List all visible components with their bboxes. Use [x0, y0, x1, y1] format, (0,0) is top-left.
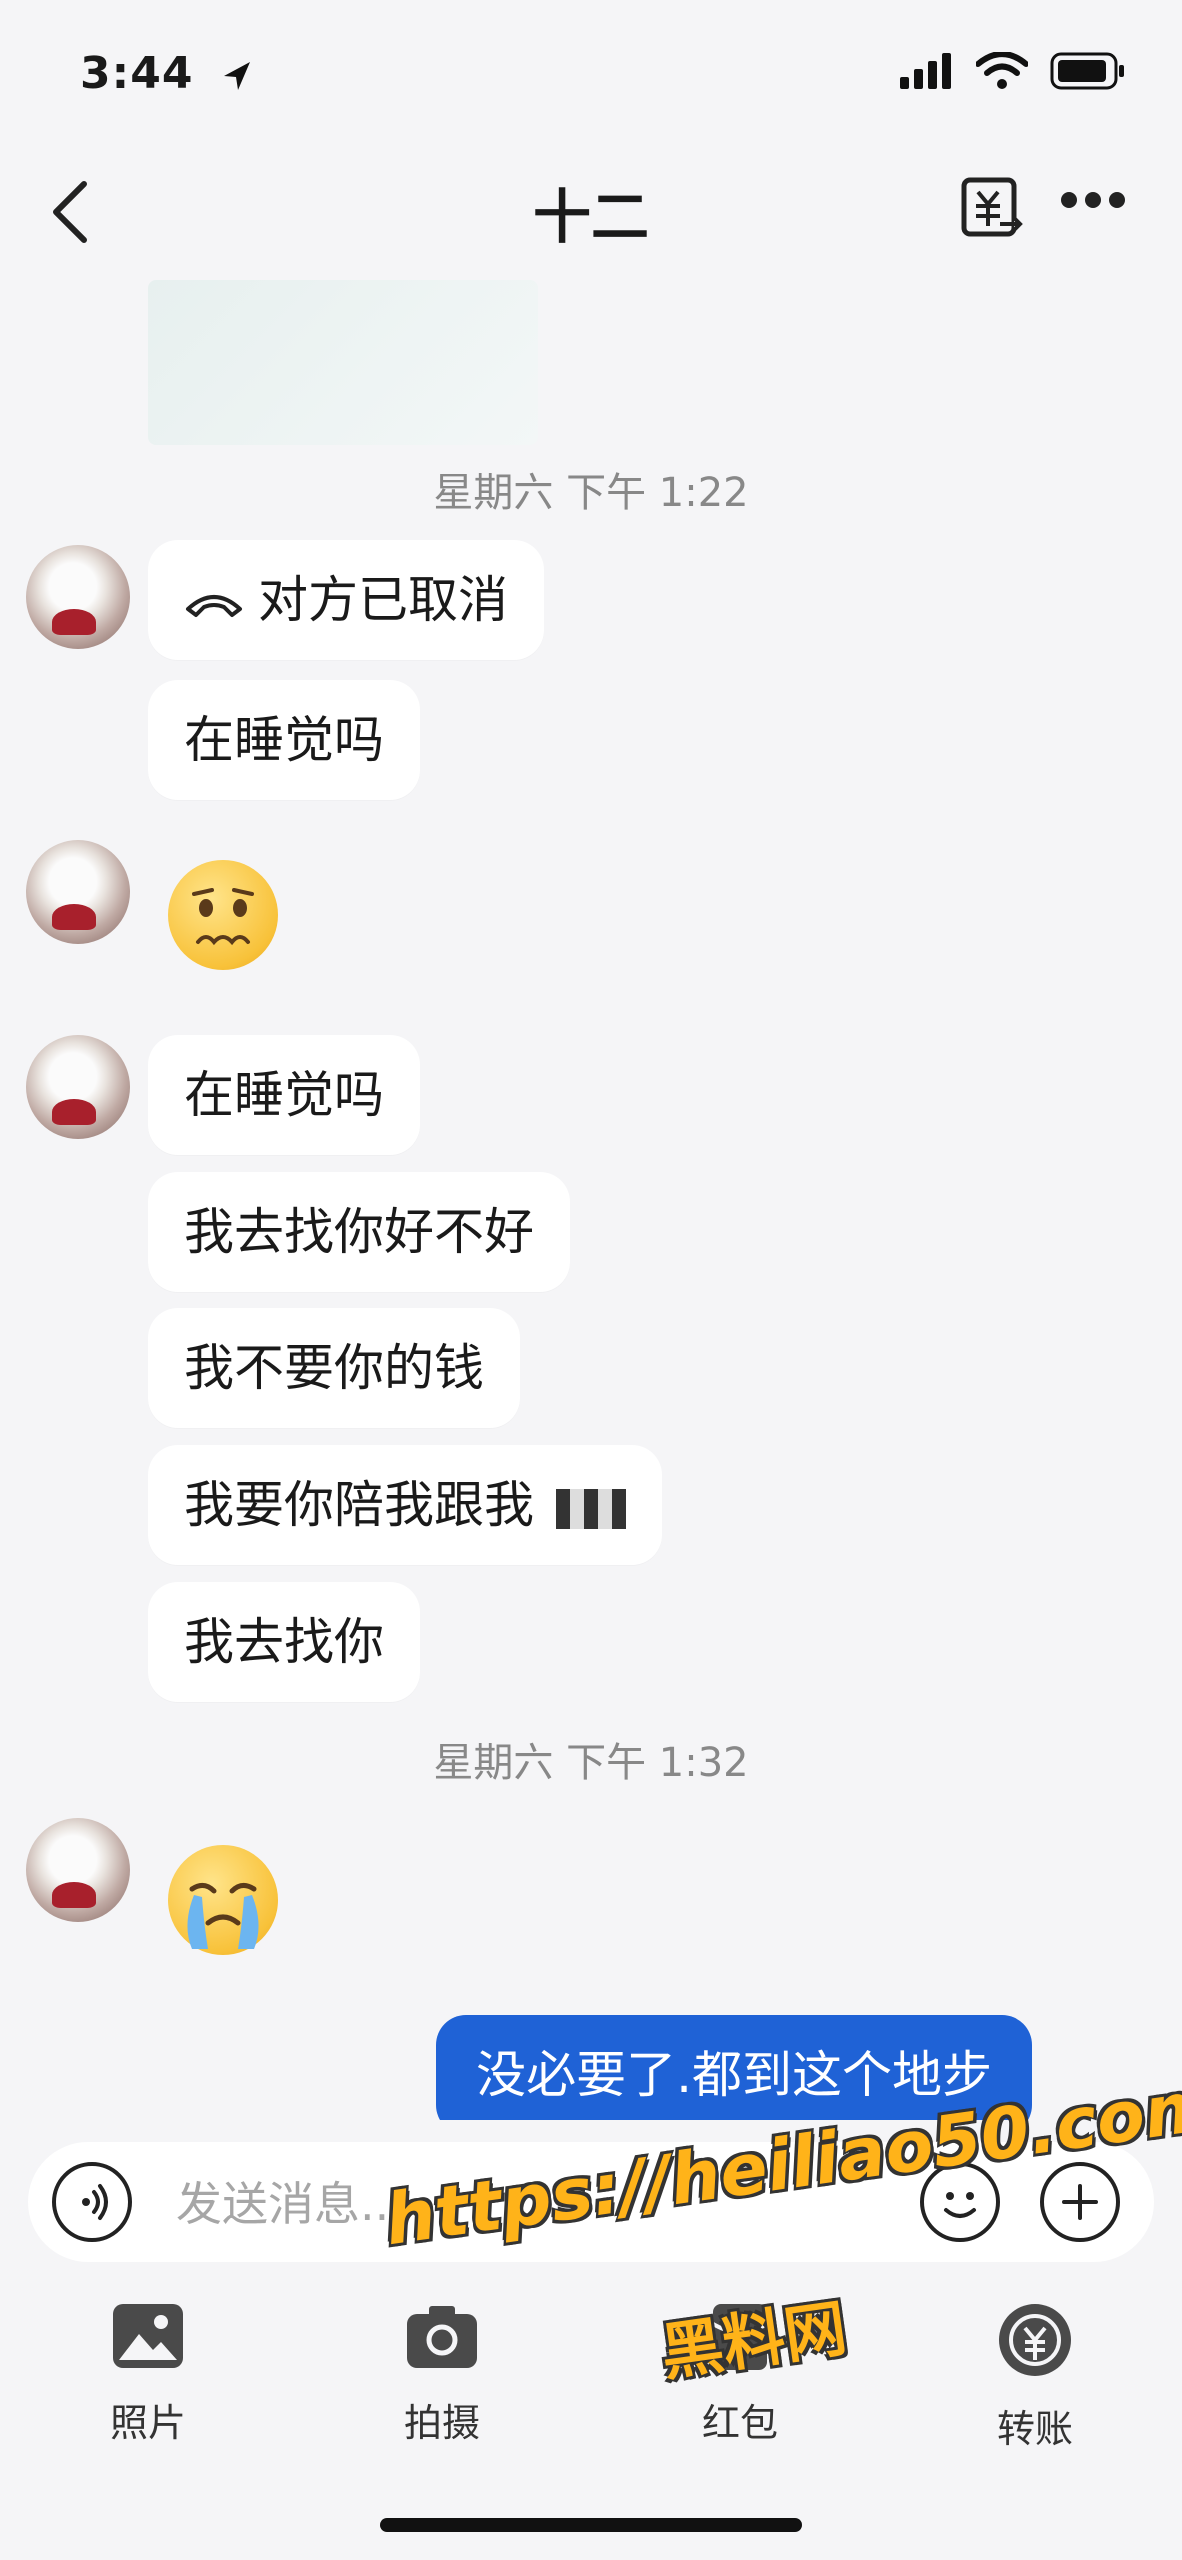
- status-indicators: [900, 52, 1126, 90]
- voice-icon: [82, 2184, 108, 2220]
- image-message-preview[interactable]: [148, 280, 538, 445]
- message-text: 我去找你: [184, 1613, 384, 1671]
- toolbar-camera[interactable]: 拍摄: [342, 2300, 542, 2447]
- worried-face-icon: [192, 888, 254, 946]
- phone-hangup-icon: [186, 594, 242, 617]
- transfer-money-icon: [961, 177, 1023, 237]
- chat-area[interactable]: 星期六 下午 1:22 对方已取消 在睡觉吗 在睡觉吗 我去找你好不好 我不要你…: [0, 260, 1182, 2120]
- avatar[interactable]: [26, 840, 130, 944]
- worried-face-emoji[interactable]: [168, 860, 278, 970]
- call-cancelled-bubble[interactable]: 对方已取消: [148, 540, 544, 660]
- avatar[interactable]: [26, 545, 130, 649]
- avatar[interactable]: [26, 1035, 130, 1139]
- yuan-transfer-icon: [999, 2304, 1071, 2376]
- plus-icon: [1062, 2184, 1098, 2220]
- navigation-arrow-icon: [223, 62, 250, 90]
- message-bubble[interactable]: 我去找你好不好: [148, 1172, 570, 1292]
- voice-button[interactable]: [52, 2162, 132, 2242]
- home-indicator[interactable]: [380, 2518, 802, 2532]
- toolbar-transfer[interactable]: 转账: [935, 2300, 1135, 2453]
- message-text: 在睡觉吗: [184, 711, 384, 769]
- wifi-icon: [976, 52, 1028, 89]
- message-text: 我要你陪我跟我: [184, 1476, 534, 1534]
- message-text: 我不要你的钱: [184, 1339, 484, 1397]
- crying-face-icon: [187, 1883, 259, 1949]
- message-bubble[interactable]: 在睡觉吗: [148, 680, 420, 800]
- plus-button[interactable]: [1040, 2162, 1120, 2242]
- pixelated-redaction: [555, 1488, 626, 1529]
- message-input[interactable]: 发送消息...: [176, 2168, 404, 2234]
- message-timestamp: 星期六 下午 1:22: [433, 470, 749, 516]
- toolbar-label: 照片: [109, 2401, 186, 2445]
- message-text: 没必要了.都到这个地步: [476, 2046, 992, 2104]
- avatar[interactable]: [26, 1818, 130, 1922]
- cellular-signal-icon: [900, 53, 951, 89]
- more-dots-icon: [1061, 192, 1125, 208]
- camera-icon: [407, 2306, 477, 2368]
- status-time: 3:44: [80, 48, 256, 99]
- battery-icon: [1050, 52, 1124, 90]
- photo-icon: [113, 2304, 183, 2368]
- toolbar-label: 转账: [996, 2407, 1073, 2451]
- transfer-money-button[interactable]: [960, 176, 1024, 244]
- message-bubble[interactable]: 在睡觉吗: [148, 1035, 420, 1155]
- toolbar-label: 红包: [701, 2401, 778, 2445]
- message-bubble[interactable]: 我要你陪我跟我: [148, 1445, 662, 1565]
- message-timestamp: 星期六 下午 1:32: [433, 1740, 749, 1786]
- call-cancelled-text: 对方已取消: [258, 571, 508, 629]
- crying-face-emoji[interactable]: [168, 1845, 278, 1955]
- more-button[interactable]: [1060, 190, 1126, 214]
- toolbar-label: 拍摄: [403, 2401, 480, 2445]
- message-bubble[interactable]: 我去找你: [148, 1582, 420, 1702]
- message-text: 在睡觉吗: [184, 1066, 384, 1124]
- message-bubble[interactable]: 我不要你的钱: [148, 1308, 520, 1428]
- message-text: 我去找你好不好: [184, 1203, 534, 1261]
- toolbar-photo[interactable]: 照片: [48, 2300, 248, 2447]
